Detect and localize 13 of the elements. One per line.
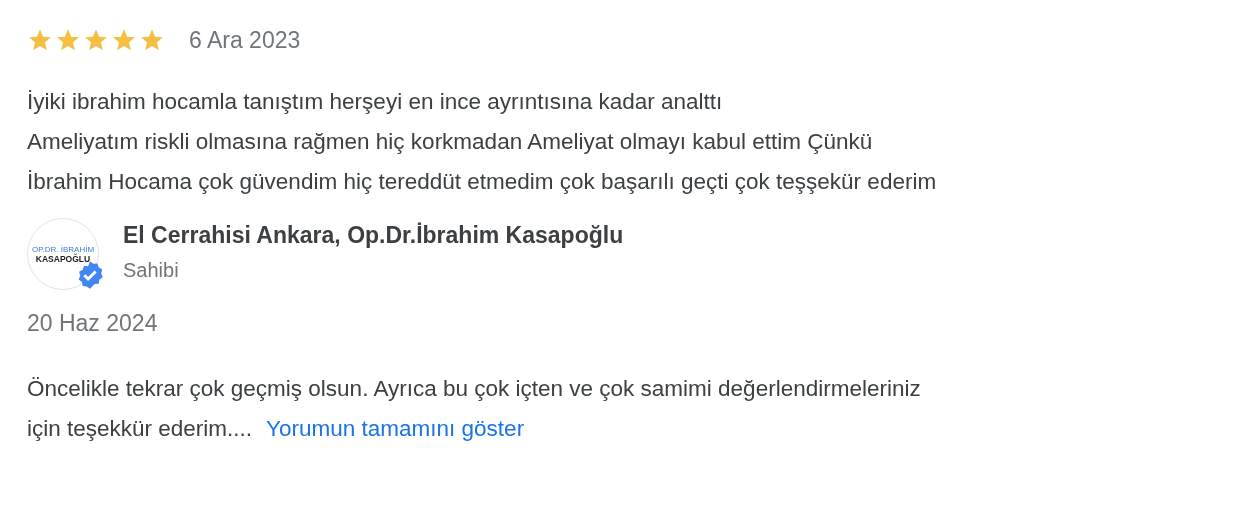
- star-icon: [55, 27, 81, 53]
- owner-logo: OP.DR. İBRAHİM KASAPOĞLU: [27, 218, 99, 290]
- review-text: İyiki ibrahim hocamla tanıştım herşeyi en ince ayrıntısına kadar analttı Ameliyatım riskli olmasına rağmen hiç korkmadan Ameliyat olmayı kabul ettim Çünkü İbrahim Hocama çok güvendim hiç tereddüt etmedim çok başarılı geçti çok teşşekür ederim: [27, 88, 938, 196]
- star-icon: [83, 27, 109, 53]
- star-icon: [111, 27, 137, 53]
- reply-date: 20 Haz 2024: [27, 310, 159, 337]
- star-icon: [27, 27, 53, 53]
- reply-text: Öncelikle tekrar çok geçmiş olsun. Ayrıca bu çok içten ve çok samimi değerlendirmeleriniz için teşekkür ederim.... Yorumun tamamını göster: [27, 375, 922, 443]
- show-full-review-link[interactable]: Yorumun tamamını göster: [266, 416, 525, 441]
- star-icon: [139, 27, 165, 53]
- owner-name: El Cerrahisi Ankara, Op.Dr.İbrahim Kasapoğlu: [123, 222, 624, 249]
- owner-role: Sahibi: [123, 259, 180, 282]
- review-date: 6 Ara 2023: [189, 26, 301, 54]
